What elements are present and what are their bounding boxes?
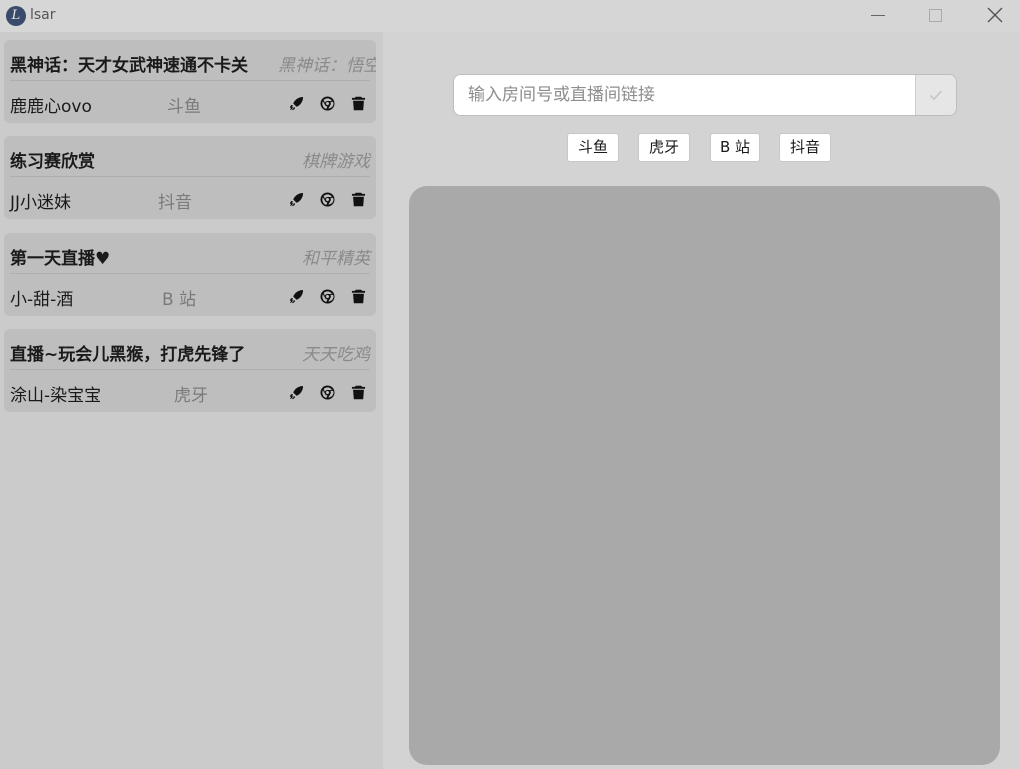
minimize-icon — [871, 14, 885, 16]
open-in-browser-button[interactable] — [317, 189, 337, 209]
delete-button[interactable] — [348, 286, 368, 306]
search-box — [453, 74, 957, 116]
platform-chip-bilibili[interactable]: B 站 — [710, 133, 760, 162]
delete-button[interactable] — [348, 189, 368, 209]
divider — [10, 80, 370, 81]
platform-label: 虎牙 — [174, 386, 208, 406]
platform-chip-huya[interactable]: 虎牙 — [638, 133, 690, 162]
close-button[interactable] — [966, 0, 1020, 30]
streamer-name: 涂山-染宝宝 — [10, 386, 102, 406]
room-input[interactable] — [454, 75, 916, 115]
window-title: lsar — [30, 7, 56, 23]
rocket-icon — [289, 385, 303, 399]
platform-label: 抖音 — [158, 193, 192, 213]
maximize-icon — [928, 8, 942, 22]
rocket-icon — [289, 289, 303, 303]
room-category: 黑神话：悟空 — [278, 56, 376, 76]
rocket-icon — [289, 192, 303, 206]
platform-label: 斗鱼 — [167, 97, 201, 117]
chrome-icon — [319, 288, 335, 304]
open-in-browser-button[interactable] — [317, 93, 337, 113]
chrome-icon — [319, 191, 335, 207]
divider — [10, 369, 370, 370]
rocket-icon — [289, 96, 303, 110]
delete-button[interactable] — [348, 93, 368, 113]
platform-chip-douyu[interactable]: 斗鱼 — [567, 133, 619, 162]
check-icon — [929, 90, 943, 101]
room-category: 天天吃鸡 — [302, 345, 370, 365]
divider — [10, 176, 370, 177]
rocket-button[interactable] — [286, 286, 306, 306]
chrome-icon — [319, 95, 335, 111]
streamer-name: JJ小迷妹 — [10, 193, 72, 213]
sidebar: 黑神话：天才女武神速通不卡关 黑神话：悟空 鹿鹿心ovo 斗鱼 练习赛欣赏 棋牌… — [0, 32, 383, 769]
trash-icon — [351, 385, 365, 399]
platform-chip-douyin[interactable]: 抖音 — [779, 133, 831, 162]
room-card[interactable]: 黑神话：天才女武神速通不卡关 黑神话：悟空 鹿鹿心ovo 斗鱼 — [4, 40, 376, 123]
chrome-icon — [319, 384, 335, 400]
main-panel: 斗鱼 虎牙 B 站 抖音 — [383, 32, 1020, 769]
submit-button[interactable] — [915, 75, 956, 115]
trash-icon — [351, 289, 365, 303]
rocket-button[interactable] — [286, 189, 306, 209]
room-title: 第一天直播♥ — [10, 249, 111, 269]
room-card[interactable]: 直播~玩会儿黑猴，打虎先锋了 天天吃鸡 涂山-染宝宝 虎牙 — [4, 329, 376, 412]
trash-icon — [351, 96, 365, 110]
rocket-button[interactable] — [286, 382, 306, 402]
streamer-name: 鹿鹿心ovo — [10, 97, 92, 117]
platform-label: B 站 — [162, 290, 197, 310]
title-bar: L lsar — [0, 0, 1020, 32]
video-player[interactable] — [409, 186, 1000, 765]
room-card[interactable]: 第一天直播♥ 和平精英 小-甜-酒 B 站 — [4, 233, 376, 316]
open-in-browser-button[interactable] — [317, 382, 337, 402]
app-logo: L — [6, 6, 26, 26]
room-category: 和平精英 — [302, 249, 370, 269]
open-in-browser-button[interactable] — [317, 286, 337, 306]
trash-icon — [351, 192, 365, 206]
divider — [10, 273, 370, 274]
room-title: 黑神话：天才女武神速通不卡关 — [10, 56, 248, 76]
rocket-button[interactable] — [286, 93, 306, 113]
room-card[interactable]: 练习赛欣赏 棋牌游戏 JJ小迷妹 抖音 — [4, 136, 376, 219]
maximize-button[interactable] — [906, 0, 964, 30]
close-icon — [987, 7, 1003, 23]
room-category: 棋牌游戏 — [302, 152, 370, 172]
minimize-button[interactable] — [849, 0, 907, 30]
streamer-name: 小-甜-酒 — [10, 290, 74, 310]
delete-button[interactable] — [348, 382, 368, 402]
room-title: 直播~玩会儿黑猴，打虎先锋了 — [10, 345, 246, 365]
room-title: 练习赛欣赏 — [10, 152, 95, 172]
